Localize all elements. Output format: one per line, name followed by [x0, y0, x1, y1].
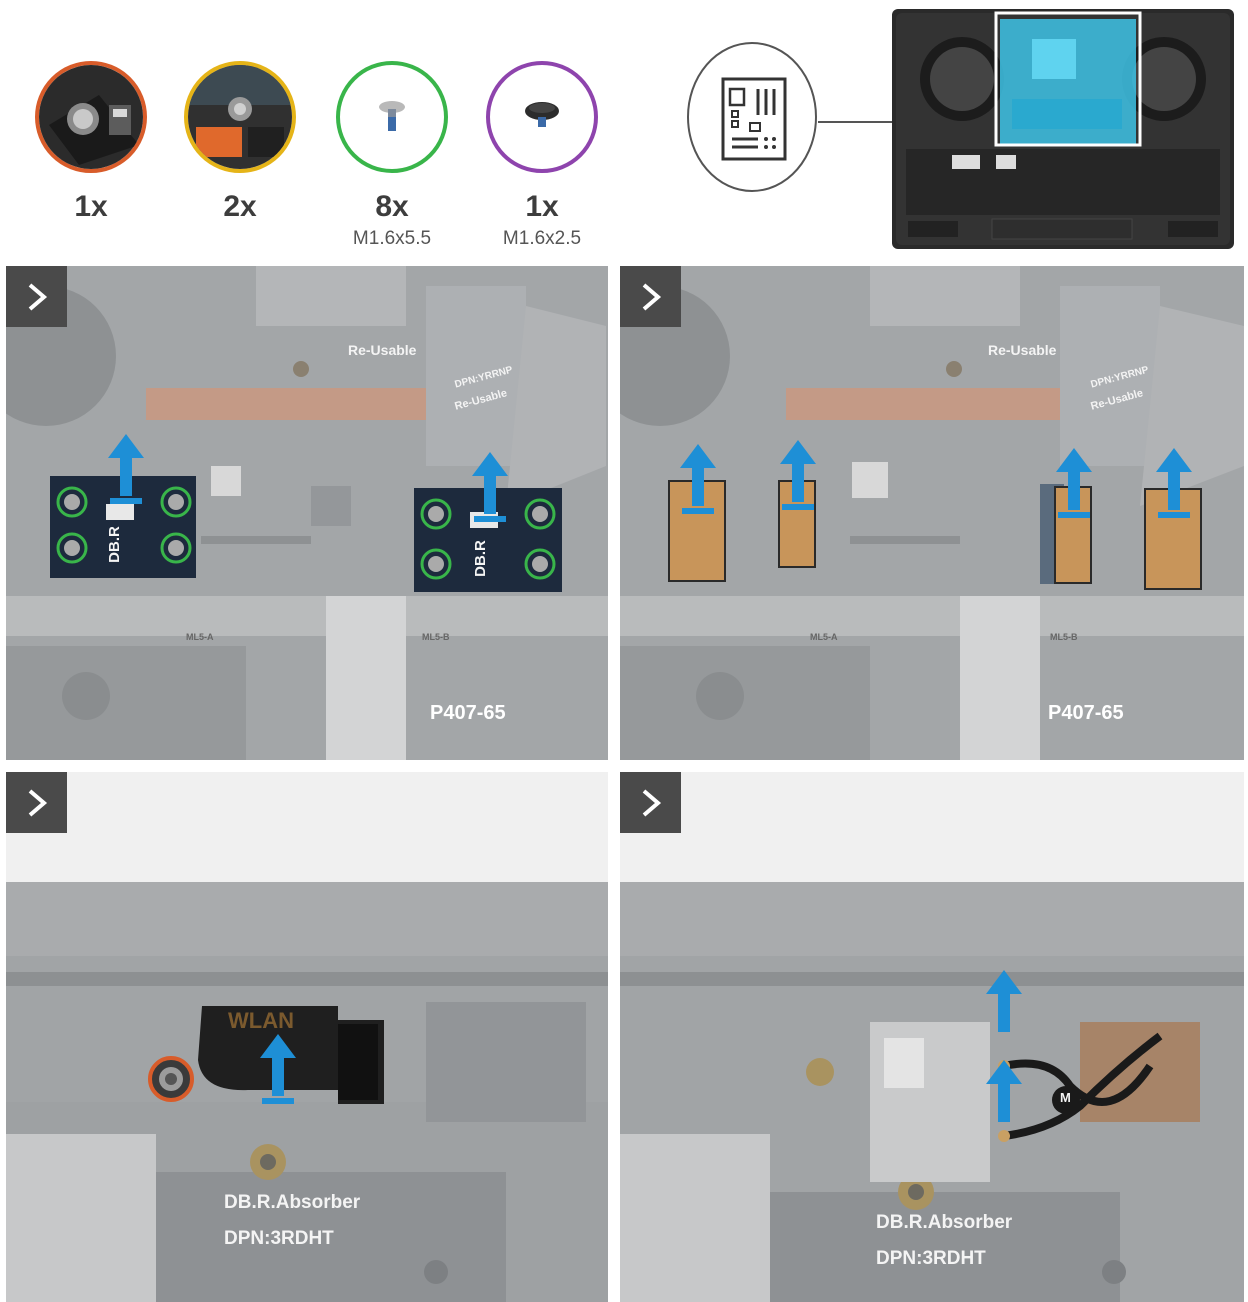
step-4-button[interactable]	[620, 772, 681, 833]
absorber-dpn-label: DPN:3RDHT	[876, 1248, 986, 1269]
lift-arrow-icon	[986, 1060, 1022, 1122]
reusable-label-1: Re-Usable	[348, 342, 417, 358]
legend-count-4: 1x	[525, 190, 559, 223]
step-1-button[interactable]	[6, 266, 67, 327]
wlan-label: WLAN	[228, 1008, 294, 1033]
absorber-label: DB.R.Absorber	[224, 1192, 361, 1213]
lift-arrow-icon	[108, 434, 144, 504]
step-3-button[interactable]	[6, 772, 67, 833]
step-2-button[interactable]	[620, 266, 681, 327]
board-2-label: DB.R	[471, 540, 489, 577]
motherboard-icon	[686, 41, 818, 193]
lift-arrow-icon	[1156, 448, 1192, 518]
step-2-panel: Re-Usable DPN:YRRNP Re-Usable P407-65 ML…	[620, 266, 1244, 760]
lift-arrow-icon	[780, 440, 816, 510]
legend-count-3: 8x	[375, 190, 409, 223]
legend-size-3: M1.6x5.5	[352, 228, 432, 249]
lift-arrow-icon	[680, 444, 716, 514]
legend-item-3-image	[336, 61, 448, 173]
lift-arrow-icon	[986, 970, 1022, 1032]
p407-label: P407-65	[1048, 702, 1124, 724]
lift-arrow-icon	[1056, 448, 1092, 518]
cable-marker-label: M	[1060, 1090, 1071, 1105]
ml5b-label: ML5-B	[422, 632, 450, 642]
laptop-overview-image	[892, 9, 1234, 249]
legend-item-2-image	[184, 61, 296, 173]
legend-count-2: 2x	[223, 190, 257, 223]
board-1-label: DB.R	[105, 526, 123, 563]
step-4-panel: DB.R.Absorber DPN:3RDHT M	[620, 772, 1244, 1302]
chevron-right-icon	[28, 283, 48, 311]
step-1-panel: Re-Usable DPN:YRRNP Re-Usable P407-65 ML…	[6, 266, 608, 760]
lift-arrow-icon	[260, 1034, 296, 1104]
chevron-right-icon	[642, 283, 662, 311]
screw-icon	[379, 101, 405, 131]
reusable-label-1: Re-Usable	[988, 342, 1057, 358]
absorber-label: DB.R.Absorber	[876, 1212, 1013, 1233]
ml5a-label: ML5-A	[810, 632, 838, 642]
wlan-bracket-screw[interactable]	[148, 1056, 194, 1102]
legend-item-4-image	[486, 61, 598, 173]
legend-item-1-image	[35, 61, 147, 173]
legend-count-1: 1x	[74, 190, 108, 223]
chevron-right-icon	[642, 789, 662, 817]
ml5b-label: ML5-B	[1050, 632, 1078, 642]
screw-icon	[525, 102, 559, 127]
absorber-dpn-label: DPN:3RDHT	[224, 1228, 334, 1249]
p407-label: P407-65	[430, 702, 506, 724]
ml5a-label: ML5-A	[186, 632, 214, 642]
lift-arrow-icon	[472, 452, 508, 522]
legend-size-4: M1.6x2.5	[502, 228, 582, 249]
chevron-right-icon	[28, 789, 48, 817]
step-3-panel: DB.R.Absorber DPN:3RDHT WLAN	[6, 772, 608, 1302]
